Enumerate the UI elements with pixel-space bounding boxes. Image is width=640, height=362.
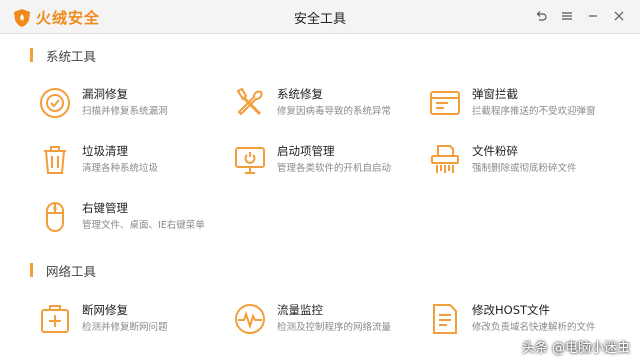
back-icon[interactable]	[528, 7, 554, 25]
section-title-system: 系统工具	[30, 47, 96, 64]
window-icon	[430, 91, 460, 115]
tool-network-repair[interactable]: 断网修复 检测并修复断网问题	[38, 302, 228, 342]
tool-system-repair[interactable]: 系统修复 修复因病毒导致的系统异常	[233, 86, 423, 126]
tool-name: 漏洞修复	[82, 87, 128, 101]
tool-desc: 修改负责域名快速解析的文件	[472, 322, 596, 333]
menu-icon[interactable]	[554, 7, 580, 25]
tool-name: 垃圾清理	[82, 144, 128, 158]
tool-desc: 扫描并修复系统漏洞	[82, 106, 168, 117]
document-icon	[433, 304, 457, 334]
section-title-network: 网络工具	[30, 262, 96, 279]
trash-icon	[44, 146, 66, 174]
tool-startup-manager[interactable]: 启动项管理 管理各类软件的开机自启动	[233, 143, 423, 183]
mouse-icon	[46, 202, 64, 232]
shield-scan-icon	[40, 88, 70, 118]
minimize-icon[interactable]	[580, 7, 606, 25]
tool-junk-clean[interactable]: 垃圾清理 清理各种系统垃圾	[38, 143, 228, 183]
tool-traffic-monitor[interactable]: 流量监控 检测及控制程序的网络流量	[233, 302, 423, 342]
wrench-screwdriver-icon	[236, 87, 263, 116]
tool-desc: 修复因病毒导致的系统异常	[277, 106, 392, 117]
tool-popup-block[interactable]: 弹窗拦截 拦截程序推送的不受欢迎弹窗	[428, 86, 618, 126]
tool-context-menu[interactable]: 右键管理 管理文件、桌面、IE右键菜单	[38, 200, 228, 240]
close-icon[interactable]	[606, 7, 632, 25]
tool-desc: 检测并修复断网问题	[82, 322, 168, 333]
watermark-text: 头条 @电脑小迷虫	[521, 341, 630, 356]
tool-desc: 强制删除或彻底粉碎文件	[472, 163, 577, 174]
medical-kit-icon	[41, 305, 69, 333]
tool-vulnerability-fix[interactable]: 漏洞修复 扫描并修复系统漏洞	[38, 86, 228, 126]
tool-file-shred[interactable]: 文件粉碎 强制删除或彻底粉碎文件	[428, 143, 618, 183]
tool-name: 修改HOST文件	[472, 303, 551, 317]
tool-desc: 检测及控制程序的网络流量	[277, 322, 392, 333]
tool-name: 启动项管理	[277, 144, 335, 158]
tool-desc: 拦截程序推送的不受欢迎弹窗	[472, 106, 596, 117]
pulse-monitor-icon	[235, 304, 265, 334]
tool-name: 右键管理	[82, 201, 128, 215]
tool-name: 弹窗拦截	[472, 87, 518, 101]
title-bar: 火绒安全 安全工具	[0, 0, 640, 34]
tool-desc: 管理文件、桌面、IE右键菜单	[82, 220, 205, 231]
tool-desc: 清理各种系统垃圾	[82, 163, 159, 174]
monitor-power-icon	[235, 147, 265, 174]
tool-name: 断网修复	[82, 303, 128, 317]
tool-name: 文件粉碎	[472, 144, 518, 158]
tool-desc: 管理各类软件的开机自启动	[277, 163, 392, 174]
tool-name: 系统修复	[277, 87, 323, 101]
tool-name: 流量监控	[277, 303, 323, 317]
tool-edit-host[interactable]: 修改HOST文件 修改负责域名快速解析的文件	[428, 302, 618, 342]
shredder-icon	[431, 145, 459, 173]
